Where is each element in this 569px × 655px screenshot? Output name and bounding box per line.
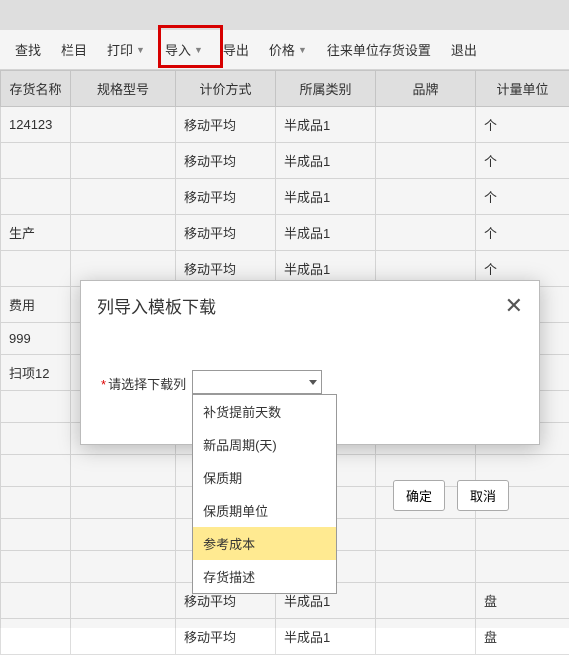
ok-button[interactable]: 确定 [393, 480, 445, 511]
dropdown-option[interactable]: 保质期 [193, 461, 336, 494]
dropdown-option[interactable]: 保质期单位 [193, 494, 336, 527]
column-select[interactable] [192, 370, 322, 394]
modal-header: 列导入模板下载 ✕ [81, 281, 539, 330]
cancel-button[interactable]: 取消 [457, 480, 509, 511]
dropdown-option[interactable]: 补货提前天数 [193, 395, 336, 428]
column-dropdown[interactable]: 补货提前天数新品周期(天)保质期保质期单位参考成本存货描述猜一猜 [192, 394, 337, 594]
dropdown-option[interactable]: 猜一猜 [193, 593, 336, 594]
import-template-modal: 列导入模板下载 ✕ *请选择下载列 补货提前天数新品周期(天)保质期保质期单位参… [80, 280, 540, 445]
dropdown-option[interactable]: 新品周期(天) [193, 428, 336, 461]
dropdown-option[interactable]: 参考成本 [193, 527, 336, 560]
modal-body: *请选择下载列 补货提前天数新品周期(天)保质期保质期单位参考成本存货描述猜一猜… [81, 330, 539, 444]
dropdown-option[interactable]: 存货描述 [193, 560, 336, 593]
close-icon[interactable]: ✕ [505, 295, 523, 317]
field-label: *请选择下载列 [101, 374, 186, 393]
modal-title: 列导入模板下载 [97, 293, 216, 318]
